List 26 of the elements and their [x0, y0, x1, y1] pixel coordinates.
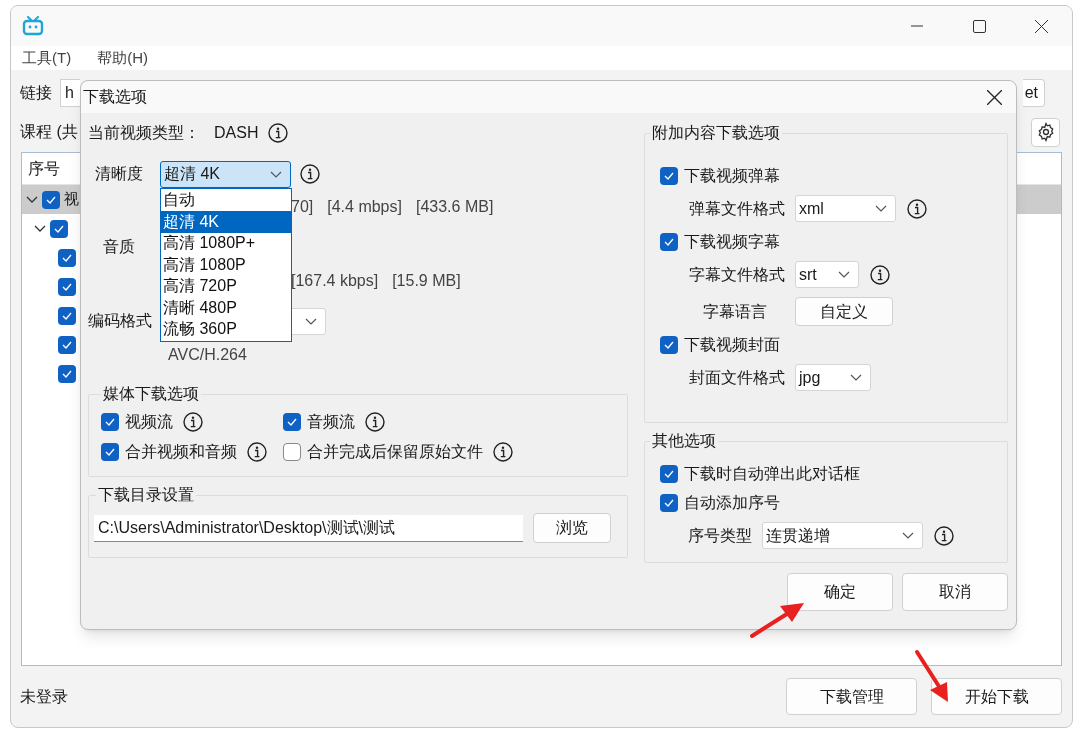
- field-label: 序号类型: [687, 525, 752, 546]
- course-label: 课程 (共: [20, 122, 78, 142]
- codec-note: AVC/H.264: [168, 345, 247, 365]
- stream-info-text: 70]: [291, 197, 314, 217]
- stream-info-text: [15.9 MB]: [392, 271, 461, 291]
- group-title: 媒体下载选项: [102, 384, 200, 404]
- video-type-value: DASH: [214, 123, 259, 143]
- dialog-title: 下载选项: [83, 87, 147, 107]
- login-status: 未登录: [20, 686, 69, 707]
- field-label: 弹幕文件格式: [688, 198, 785, 219]
- group-title: 下载目录设置: [97, 485, 195, 505]
- stream-info-text: [4.4 mbps]: [327, 197, 402, 217]
- link-label: 链接: [20, 83, 52, 103]
- field-label: 封面文件格式: [688, 367, 785, 388]
- column-header: 序号: [28, 158, 60, 179]
- tree-item-label: 视: [64, 189, 79, 210]
- field-label: 音质: [102, 237, 136, 257]
- stream-info-text: [167.4 kbps]: [291, 271, 379, 291]
- field-label: 清晰度: [94, 164, 144, 184]
- video-type-label: 当前视频类型：: [88, 123, 200, 143]
- group-title: 其他选项: [651, 431, 717, 451]
- field-label: 字幕语言: [702, 301, 768, 322]
- stream-info-text: [433.6 MB]: [415, 197, 494, 217]
- group-title: 附加内容下载选项: [651, 123, 781, 143]
- field-label: 编码格式: [88, 311, 153, 331]
- field-label: 字幕文件格式: [688, 264, 785, 285]
